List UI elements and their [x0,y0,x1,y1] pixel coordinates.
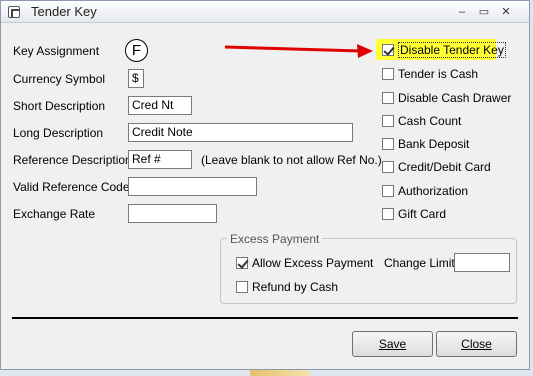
credit-debit-card-label: Credit/Debit Card [398,160,491,174]
tender-is-cash-checkbox[interactable] [382,68,394,80]
tender-is-cash-label: Tender is Cash [398,67,479,81]
disable-tender-key-label: Disable Tender Key [398,42,506,58]
authorization-checkbox[interactable] [382,185,394,197]
currency-symbol-field[interactable]: $ [128,69,144,88]
allow-excess-payment-checkbox[interactable] [236,257,248,269]
reference-hint: (Leave blank to not allow Ref No.) [201,153,382,167]
change-limit-field[interactable] [454,253,510,272]
title-bar: Tender Key – ▭ ✕ [1,1,529,23]
reference-description-label: Reference Description [13,153,132,167]
tender-key-window: Tender Key – ▭ ✕ Key Assignment F Curren… [0,0,530,370]
long-description-field[interactable]: Credit Note [128,123,353,142]
app-icon [8,6,20,18]
gift-card-label: Gift Card [398,207,447,221]
authorization-label: Authorization [398,184,469,198]
bank-deposit-checkbox[interactable] [382,138,394,150]
currency-symbol-label: Currency Symbol [13,72,106,86]
bank-deposit-label: Bank Deposit [398,137,470,151]
key-assignment-label: Key Assignment [13,44,100,58]
window-title: Tender Key [31,4,97,19]
gift-card-checkbox[interactable] [382,208,394,220]
reference-description-field[interactable]: Ref # [128,150,192,169]
maximize-icon[interactable]: ▭ [475,4,493,20]
save-button[interactable]: Save [352,331,433,357]
credit-debit-card-checkbox[interactable] [382,161,394,173]
excess-payment-title: Excess Payment [227,232,323,246]
cash-count-label: Cash Count [398,114,462,128]
close-icon[interactable]: ✕ [497,4,515,20]
valid-reference-code-label: Valid Reference Code [13,180,130,194]
valid-reference-code-field[interactable] [128,177,257,196]
key-assignment-value[interactable]: F [125,39,148,62]
separator-line [12,317,518,319]
long-description-label: Long Description [13,126,104,140]
short-description-label: Short Description [13,99,106,113]
short-description-field[interactable]: Cred Nt [128,96,192,115]
close-button[interactable]: Close [436,331,517,357]
minimize-icon[interactable]: – [453,4,471,20]
red-arrow-icon [224,44,373,58]
disable-tender-key-checkbox[interactable] [382,44,394,56]
change-limit-label: Change Limit [384,256,455,270]
disable-cash-drawer-checkbox[interactable] [382,92,394,104]
refund-by-cash-label: Refund by Cash [252,280,339,294]
allow-excess-payment-label: Allow Excess Payment [252,256,374,270]
disable-cash-drawer-label: Disable Cash Drawer [398,91,512,105]
taskbar-fragment [250,370,310,376]
cash-count-checkbox[interactable] [382,115,394,127]
exchange-rate-field[interactable] [128,204,217,223]
refund-by-cash-checkbox[interactable] [236,281,248,293]
exchange-rate-label: Exchange Rate [13,207,96,221]
